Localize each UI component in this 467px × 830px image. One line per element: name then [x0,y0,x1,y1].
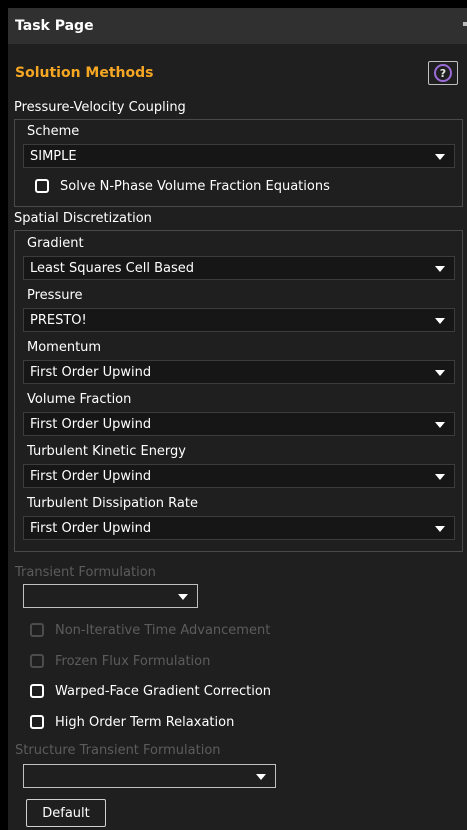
gradient-dropdown[interactable]: Least Squares Cell Based [23,256,455,280]
chevron-down-icon [435,266,445,272]
volume-fraction-value: First Order Upwind [30,417,152,432]
help-button[interactable]: ? [428,61,458,85]
pressure-velocity-coupling-label: Pressure-Velocity Coupling [14,100,186,115]
solve-nphase-checkbox[interactable] [35,179,49,193]
task-page-panel: Task Page Solution Methods ? Pressure-Ve… [8,8,467,830]
non-iterative-checkbox[interactable] [30,623,44,637]
transient-formulation-label: Transient Formulation [15,565,156,580]
tke-label: Turbulent Kinetic Energy [27,444,186,459]
task-page-titlebar: Task Page [8,8,467,44]
solve-nphase-checkbox-row[interactable]: Solve N-Phase Volume Fraction Equations [35,177,330,195]
warped-face-checkbox-row[interactable]: Warped-Face Gradient Correction [30,682,271,700]
scheme-value: SIMPLE [30,149,77,164]
frozen-flux-checkbox-row[interactable]: Frozen Flux Formulation [30,652,210,670]
pressure-label: Pressure [27,288,83,303]
pressure-value: PRESTO! [30,313,87,328]
structure-transient-formulation-dropdown[interactable] [23,764,276,788]
warped-face-label: Warped-Face Gradient Correction [55,683,272,699]
gradient-value: Least Squares Cell Based [30,261,194,276]
scheme-label: Scheme [27,124,80,139]
chevron-down-icon [435,370,445,376]
chevron-down-icon [178,594,188,600]
task-page-title: Task Page [15,18,94,34]
spatial-discretization-label: Spatial Discretization [14,211,152,226]
volume-fraction-dropdown[interactable]: First Order Upwind [23,412,455,436]
solve-nphase-label: Solve N-Phase Volume Fraction Equations [60,178,330,194]
scheme-dropdown[interactable]: SIMPLE [23,144,455,168]
high-order-label: High Order Term Relaxation [55,714,235,730]
question-circle-icon: ? [434,64,452,82]
momentum-value: First Order Upwind [30,365,152,380]
gradient-label: Gradient [27,236,84,251]
structure-transient-formulation-label: Structure Transient Formulation [15,743,221,758]
tdr-dropdown[interactable]: First Order Upwind [23,516,455,540]
titlebar-edge-marker [463,22,467,26]
momentum-label: Momentum [27,340,102,355]
warped-face-checkbox[interactable] [30,684,44,698]
volume-fraction-label: Volume Fraction [27,392,132,407]
non-iterative-checkbox-row[interactable]: Non-Iterative Time Advancement [30,621,270,639]
tdr-label: Turbulent Dissipation Rate [27,496,198,511]
frozen-flux-label: Frozen Flux Formulation [55,653,211,669]
chevron-down-icon [435,474,445,480]
momentum-dropdown[interactable]: First Order Upwind [23,360,455,384]
tdr-value: First Order Upwind [30,521,152,536]
non-iterative-label: Non-Iterative Time Advancement [55,622,271,638]
solution-methods-title: Solution Methods [15,65,154,81]
chevron-down-icon [435,318,445,324]
chevron-down-icon [435,154,445,160]
chevron-down-icon [435,526,445,532]
tke-dropdown[interactable]: First Order Upwind [23,464,455,488]
tke-value: First Order Upwind [30,469,152,484]
frozen-flux-checkbox[interactable] [30,654,44,668]
transient-formulation-dropdown[interactable] [23,584,198,608]
high-order-checkbox-row[interactable]: High Order Term Relaxation [30,713,234,731]
high-order-checkbox[interactable] [30,715,44,729]
chevron-down-icon [435,422,445,428]
default-button[interactable]: Default [26,799,106,827]
pressure-dropdown[interactable]: PRESTO! [23,308,455,332]
chevron-down-icon [256,774,266,780]
